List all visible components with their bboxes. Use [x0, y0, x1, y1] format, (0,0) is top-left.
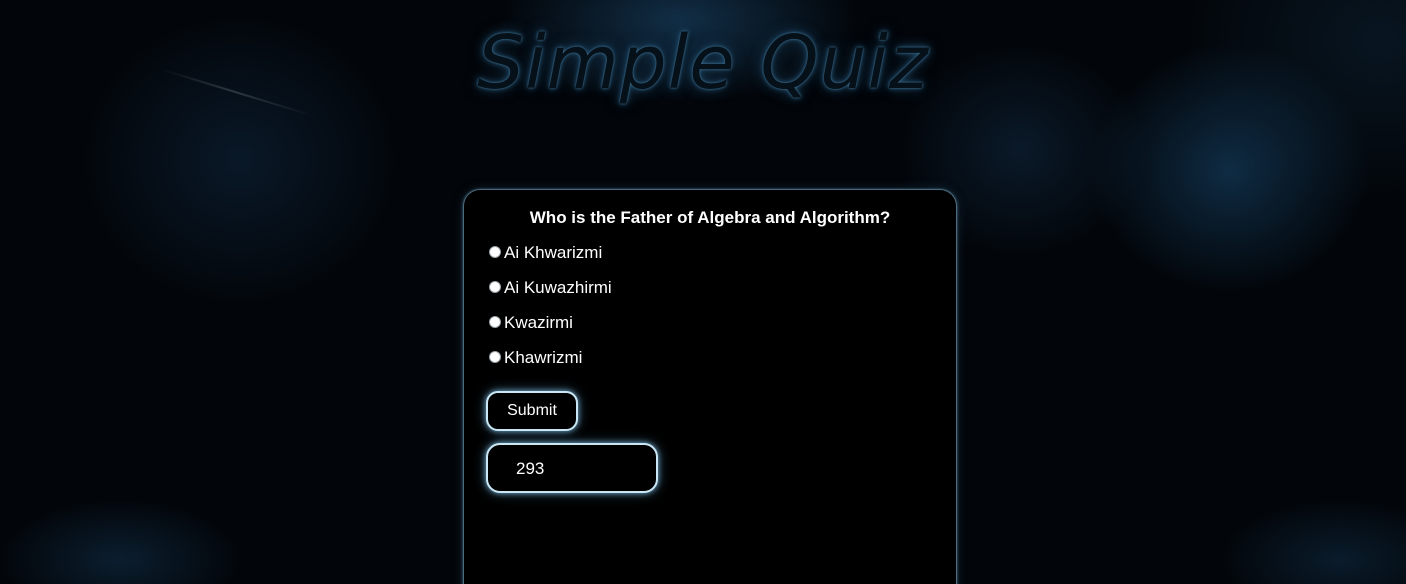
options-list: Ai Khwarizmi Ai Kuwazhirmi Kwazirmi Khaw… — [489, 242, 612, 382]
option-1[interactable]: Ai Khwarizmi — [489, 242, 612, 264]
score-value: 293 — [516, 459, 545, 478]
option-4-radio[interactable] — [489, 350, 501, 363]
option-3[interactable]: Kwazirmi — [489, 312, 612, 334]
option-1-label: Ai Khwarizmi — [504, 243, 603, 262]
option-4[interactable]: Khawrizmi — [489, 347, 612, 369]
option-3-label: Kwazirmi — [504, 313, 573, 332]
quiz-card: Who is the Father of Algebra and Algorit… — [464, 190, 956, 584]
option-1-radio[interactable] — [489, 245, 501, 258]
question-text: Who is the Father of Algebra and Algorit… — [529, 208, 891, 227]
submit-button[interactable]: Submit — [486, 391, 578, 431]
score-box: 293 — [486, 443, 658, 493]
option-2-label: Ai Kuwazhirmi — [504, 278, 612, 297]
option-4-label: Khawrizmi — [504, 348, 583, 367]
option-3-radio[interactable] — [489, 315, 501, 328]
option-2-radio[interactable] — [489, 280, 501, 293]
page-title: Simple Quiz — [477, 20, 929, 106]
option-2[interactable]: Ai Kuwazhirmi — [489, 277, 612, 299]
